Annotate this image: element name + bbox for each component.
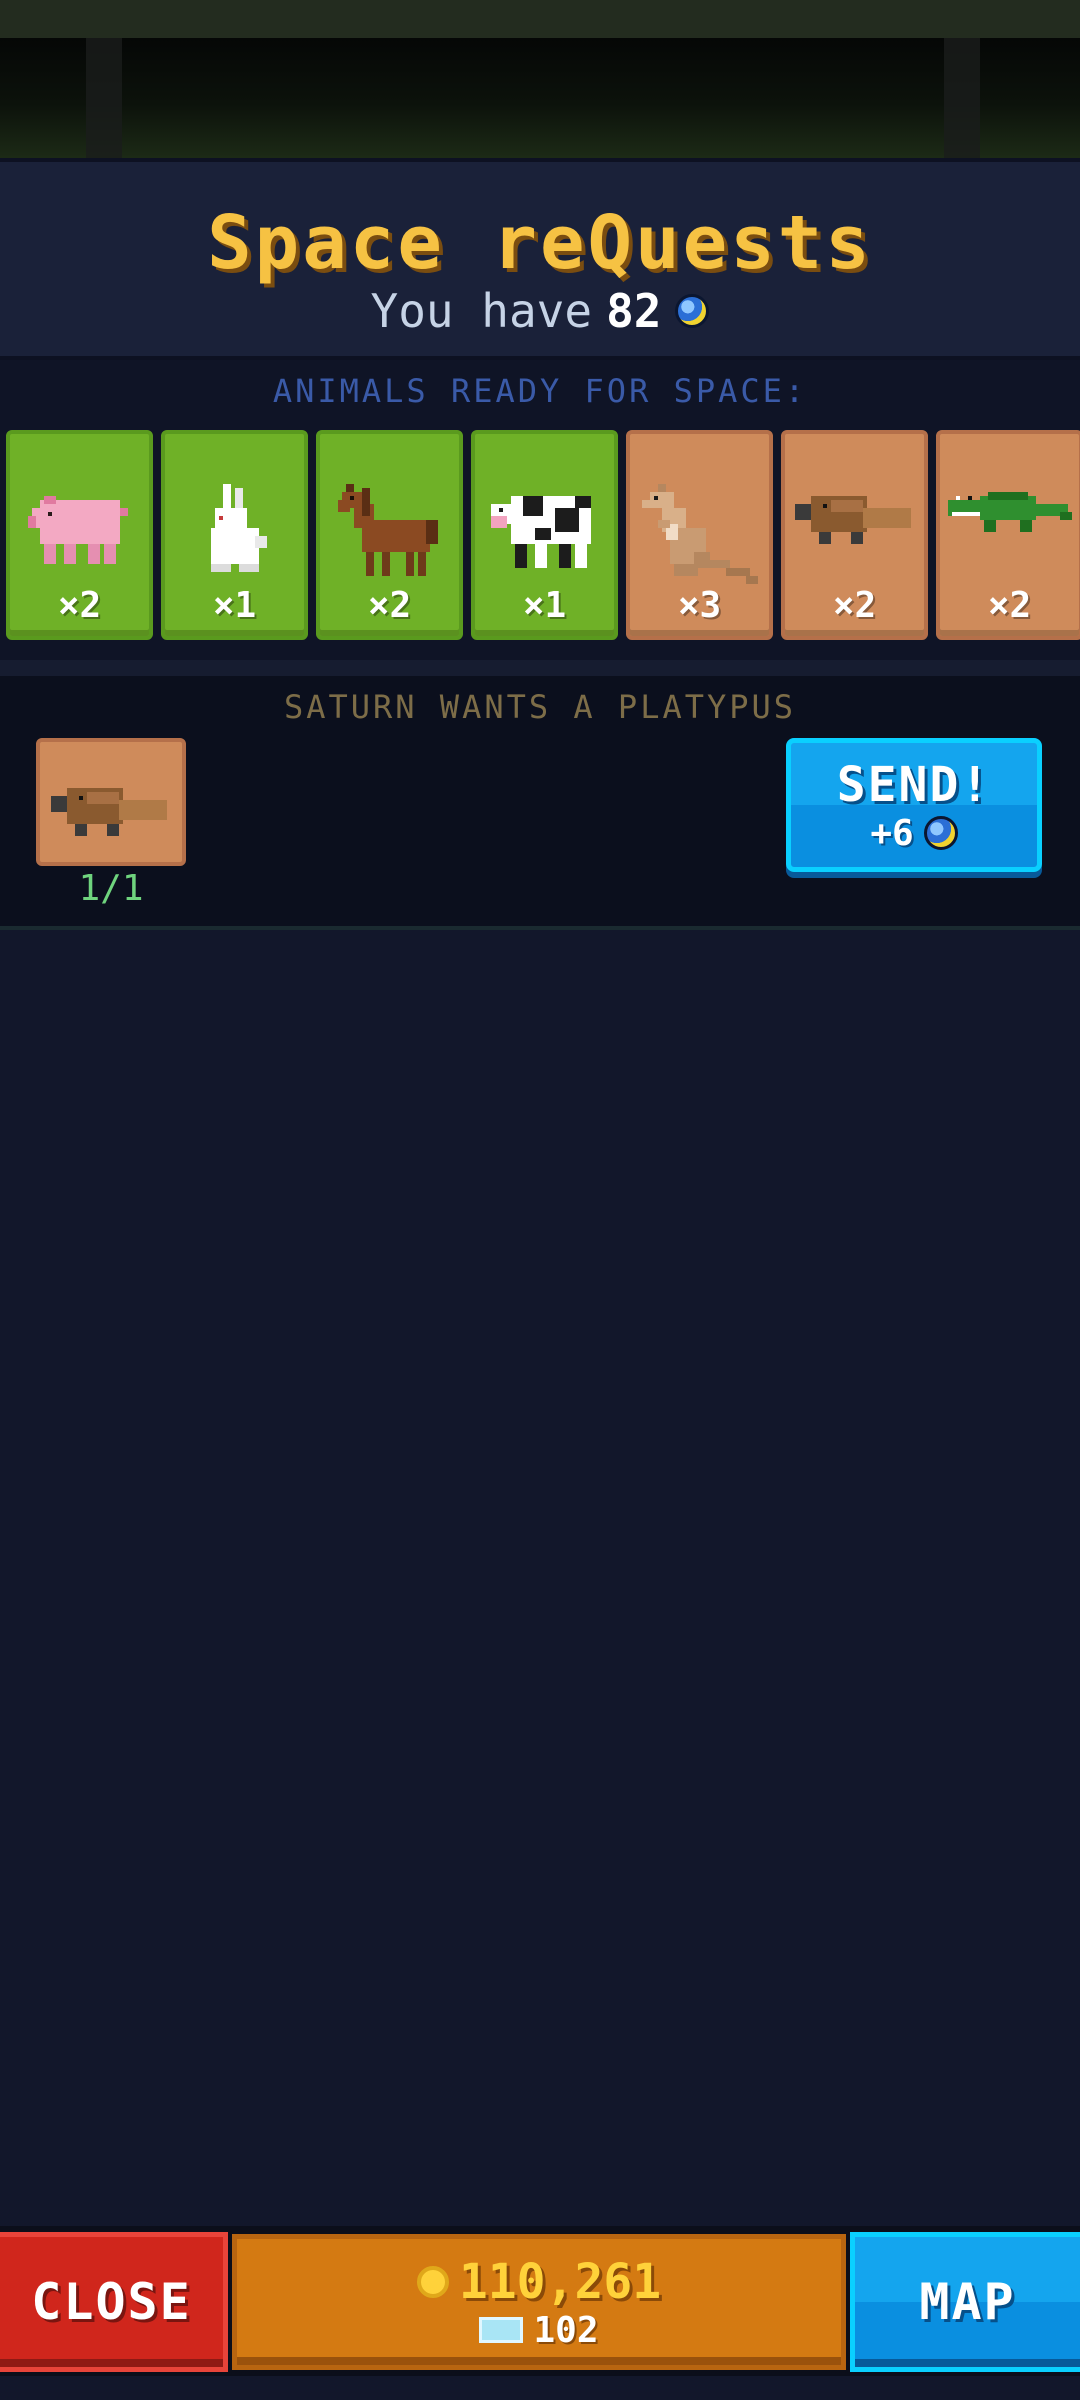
bottom-edge — [0, 2376, 1080, 2400]
animal-card-pig[interactable]: ×2 — [6, 430, 153, 640]
balance-prefix: You have — [370, 284, 593, 338]
background-pillar — [944, 38, 980, 158]
send-button[interactable]: SEND! +6 — [786, 738, 1042, 872]
gem-icon — [479, 2317, 524, 2343]
animal-card-crocodile[interactable]: ×2 — [936, 430, 1080, 640]
cow-icon — [490, 496, 591, 568]
gem-value: 102 — [533, 2309, 599, 2351]
gem-balance: 102 — [479, 2309, 599, 2351]
animal-count: ×2 — [367, 585, 412, 626]
close-label: CLOSE — [31, 2273, 192, 2331]
page-title: Space reQuests — [207, 200, 873, 286]
status-strip — [0, 0, 1080, 38]
animal-card-list: ×2 ×1 ×2 ×1 ×3 ×2 ×2 — [6, 430, 1080, 642]
animal-card-horse[interactable]: ×2 — [316, 430, 463, 640]
horse-icon — [337, 484, 438, 576]
platypus-icon — [51, 788, 167, 836]
coin-balance: 110,261 — [416, 2253, 662, 2310]
rabbit-icon — [210, 484, 267, 572]
animal-count: ×1 — [522, 585, 567, 626]
animal-card-kangaroo[interactable]: ×3 — [626, 430, 773, 640]
requested-animal-card — [36, 738, 186, 866]
animal-count: ×2 — [832, 585, 877, 626]
reward-value: +6 — [870, 812, 914, 854]
animal-count: ×2 — [57, 585, 102, 626]
send-label: SEND! — [836, 756, 992, 813]
animal-card-platypus[interactable]: ×2 — [781, 430, 928, 640]
animal-card-rabbit[interactable]: ×1 — [161, 430, 308, 640]
send-reward: +6 — [870, 812, 958, 854]
pig-icon — [27, 496, 128, 564]
currency-display: 110,261 102 — [232, 2234, 846, 2370]
platypus-icon — [794, 496, 911, 544]
background-pillar — [86, 38, 122, 158]
map-label: MAP — [919, 2273, 1016, 2331]
animal-count: ×1 — [212, 585, 257, 626]
space-coin-icon — [923, 816, 958, 850]
kangaroo-icon — [641, 484, 758, 584]
request-progress: 1/1 — [78, 868, 144, 909]
balance-value: 82 — [606, 284, 662, 338]
space-coin-icon — [675, 294, 710, 328]
game-background — [0, 38, 1080, 158]
coin-value: 110,261 — [458, 2253, 662, 2310]
close-button[interactable]: CLOSE — [0, 2232, 228, 2372]
animal-count: ×2 — [987, 585, 1032, 626]
map-button[interactable]: MAP — [850, 2232, 1080, 2372]
animals-ready-label: ANIMALS READY FOR SPACE: — [272, 372, 808, 410]
section-divider — [0, 660, 1080, 676]
crocodile-icon — [947, 492, 1072, 532]
animal-count: ×3 — [677, 585, 722, 626]
gold-coin-icon — [416, 2265, 449, 2298]
request-label: SATURN WANTS A PLATYPUS — [283, 688, 797, 726]
space-coin-balance: You have 82 — [0, 284, 1080, 338]
animal-card-cow[interactable]: ×1 — [471, 430, 618, 640]
